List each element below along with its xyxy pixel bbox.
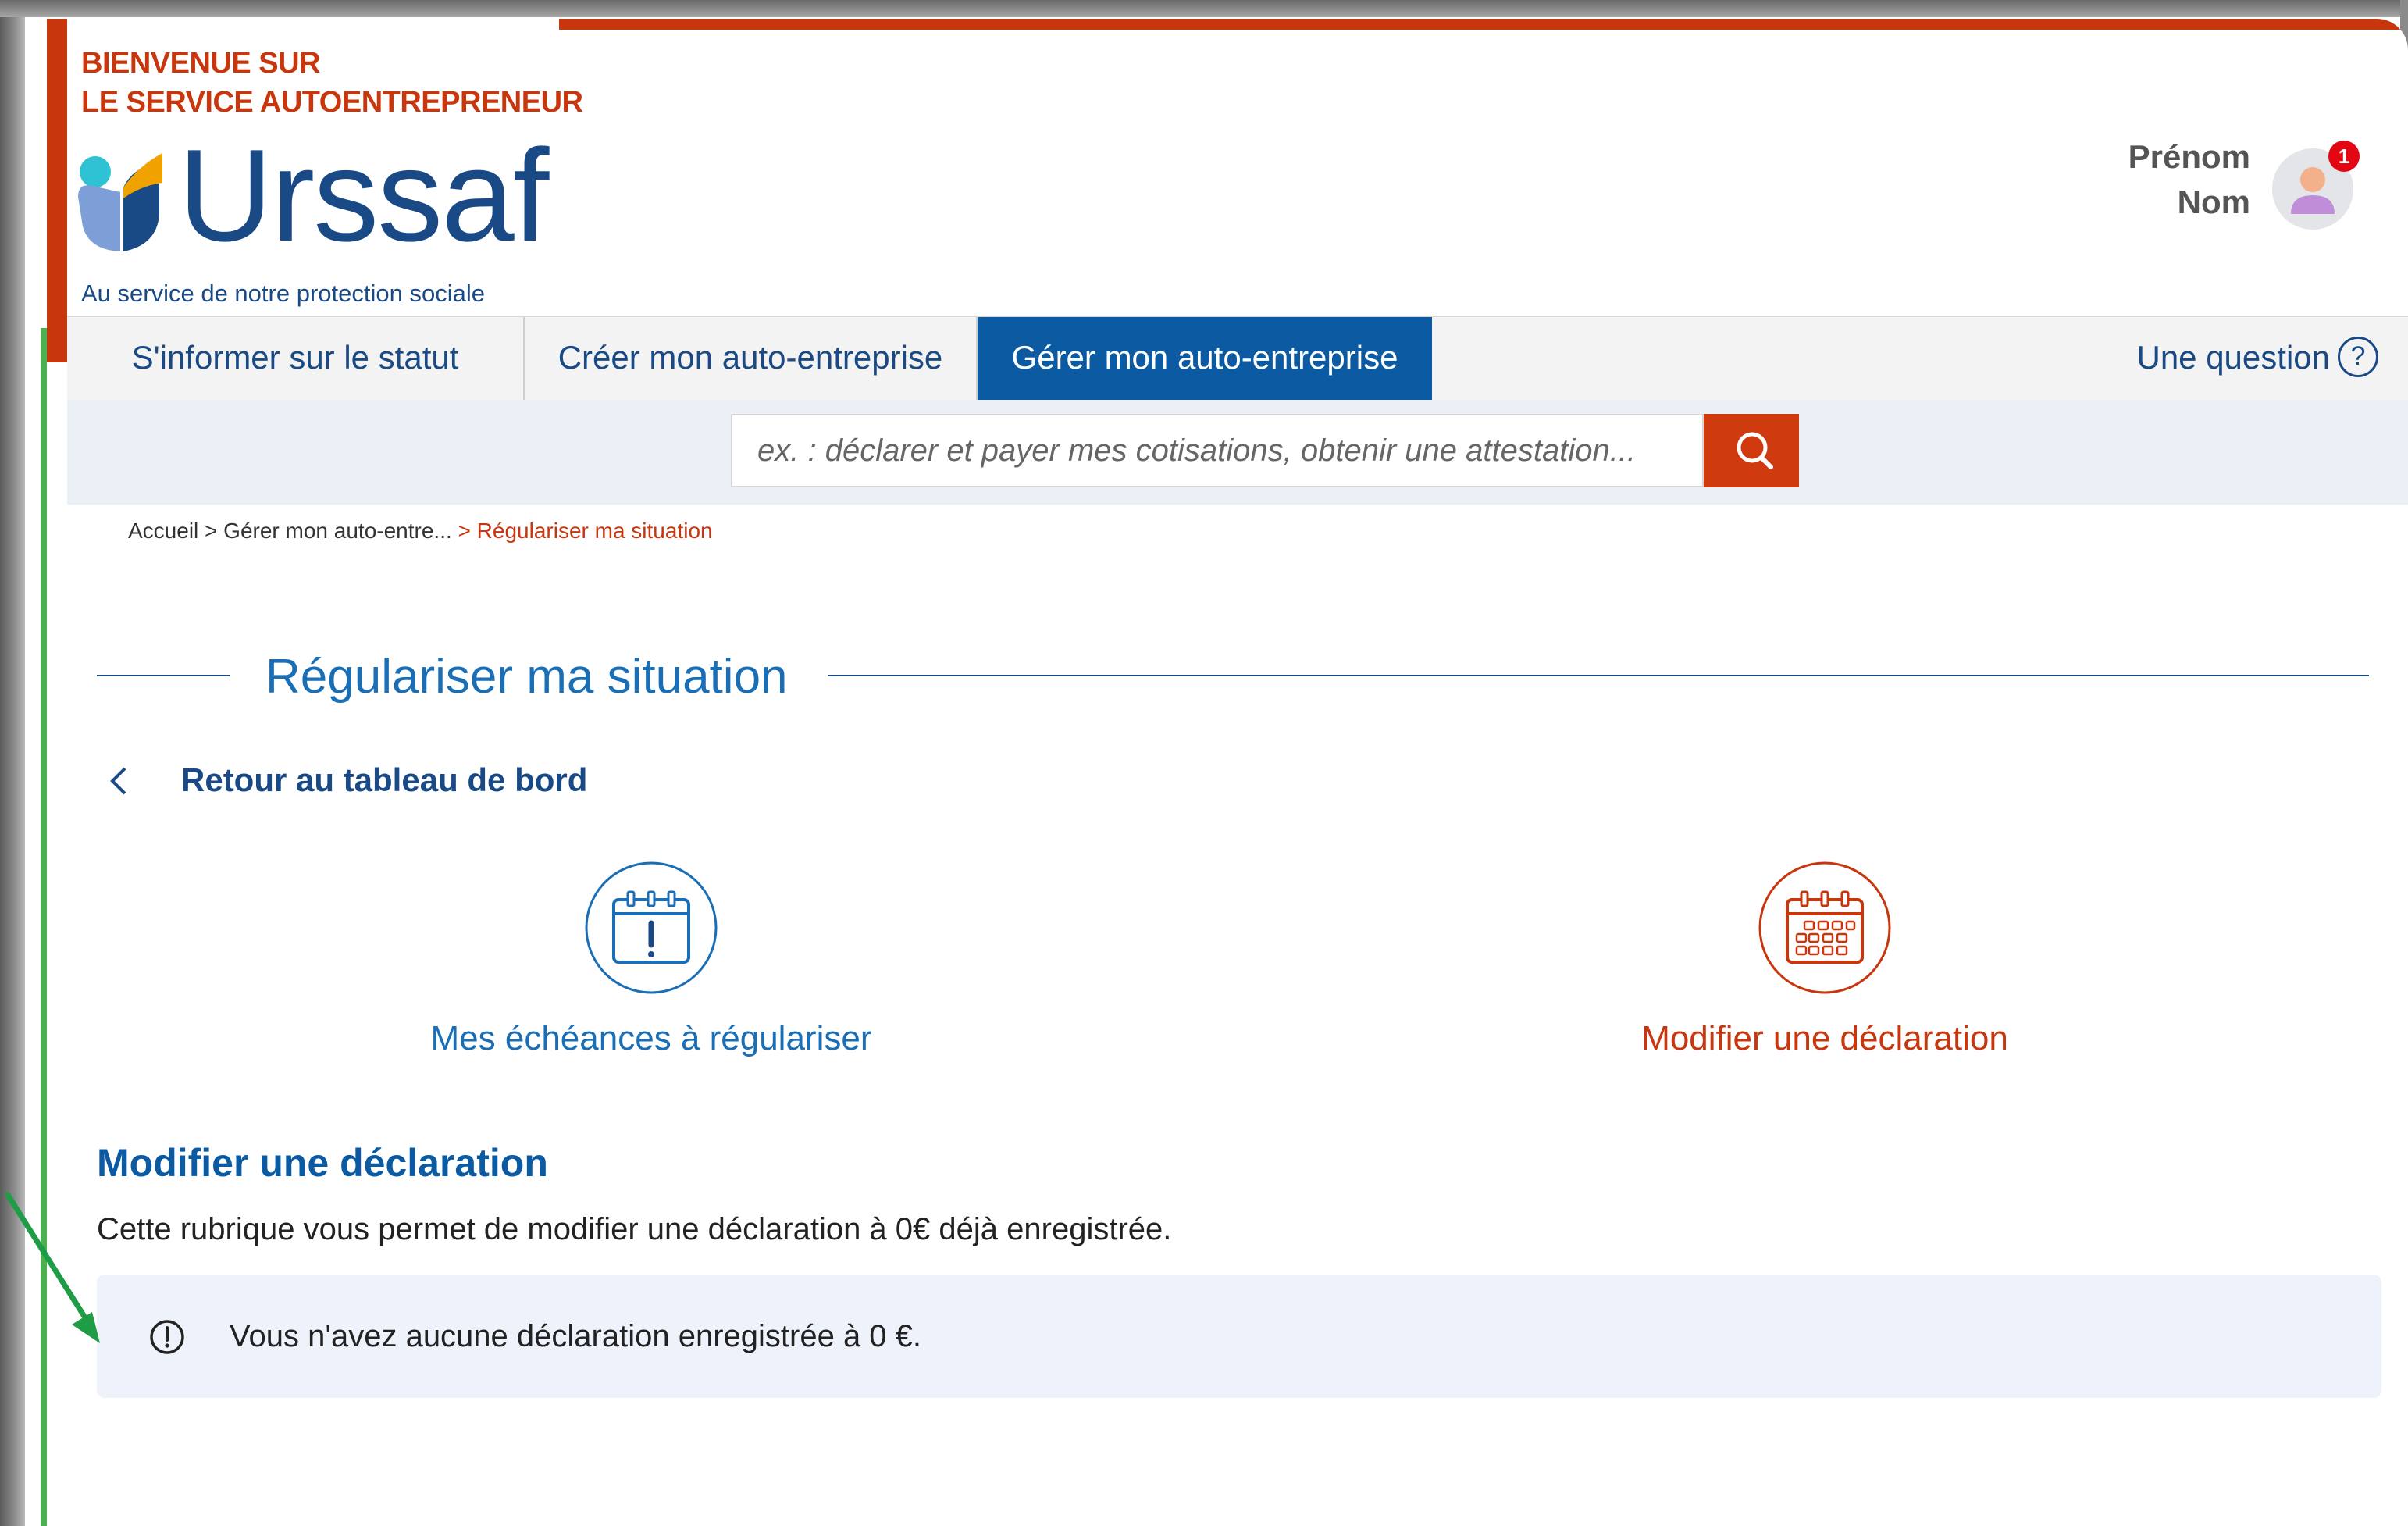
choice-modifier-declaration[interactable]: Modifier une déclaration	[1528, 851, 2121, 1086]
question-link[interactable]: Une question?	[2136, 317, 2378, 400]
search-icon	[1737, 432, 1773, 469]
breadcrumb-middle[interactable]: > Gérer mon auto-entre...	[205, 519, 452, 543]
screenshot-shadow-top	[0, 0, 2408, 17]
annotation-arrow-icon	[5, 1192, 100, 1343]
chevron-left-icon	[110, 767, 126, 795]
tab-gerer-auto-entreprise[interactable]: Gérer mon auto-entreprise	[978, 317, 1432, 400]
title-divider-left	[97, 675, 230, 676]
user-name: Prénom Nom	[2128, 134, 2250, 225]
search-input[interactable]	[731, 414, 1704, 487]
page-title: Régulariser ma situation	[265, 650, 788, 704]
question-label: Une question	[2136, 339, 2330, 376]
header-red-bar	[47, 19, 67, 362]
logo-tagline: Au service de notre protection sociale	[81, 280, 485, 307]
title-divider-right	[828, 675, 2369, 676]
choice-modifier-label: Modifier une déclaration	[1641, 1019, 2008, 1057]
calendar-grid-icon	[1758, 861, 1891, 994]
back-label: Retour au tableau de bord	[181, 761, 588, 798]
welcome-line-2: LE SERVICE AUTOENTREPRENEUR	[81, 86, 583, 119]
breadcrumb-current: > Régulariser ma situation	[458, 519, 713, 543]
page: BIENVENUE SUR LE SERVICE AUTOENTREPRENEU…	[47, 19, 2408, 1526]
user-menu[interactable]: Prénom Nom 1	[2088, 134, 2360, 236]
choice-echeances-label: Mes échéances à régulariser	[430, 1019, 872, 1057]
user-lastname: Nom	[2177, 184, 2250, 220]
calendar-alert-icon	[585, 861, 718, 994]
info-message-text: Vous n'avez aucune déclaration enregistr…	[230, 1319, 922, 1353]
welcome-line-1: BIENVENUE SUR	[81, 47, 321, 80]
help-circle-icon: ?	[2338, 336, 2378, 377]
user-firstname: Prénom	[2128, 138, 2250, 175]
urssaf-logo-wordmark: Urssaf	[178, 122, 549, 269]
section-title: Modifier une déclaration	[97, 1141, 548, 1185]
exclamation-circle-icon	[150, 1320, 184, 1354]
breadcrumb-home[interactable]: Accueil	[128, 519, 198, 543]
section-description: Cette rubrique vous permet de modifier u…	[97, 1212, 1172, 1246]
tab-informer-statut[interactable]: S'informer sur le statut	[67, 317, 525, 400]
search-button[interactable]	[1704, 414, 1799, 487]
tab-creer-auto-entreprise[interactable]: Créer mon auto-entreprise	[525, 317, 978, 400]
urssaf-logo-icon	[78, 153, 162, 251]
notification-badge[interactable]: 1	[2328, 141, 2360, 172]
welcome-banner: BIENVENUE SUR LE SERVICE AUTOENTREPRENEU…	[81, 44, 583, 122]
breadcrumb: Accueil > Gérer mon auto-entre... > Régu…	[128, 519, 713, 544]
info-message-box: Vous n'avez aucune déclaration enregistr…	[97, 1275, 2381, 1398]
search-band	[67, 400, 2408, 505]
choice-echeances-regulariser[interactable]: Mes échéances à régulariser	[354, 851, 948, 1086]
main-nav: S'informer sur le statut Créer mon auto-…	[67, 316, 2408, 401]
